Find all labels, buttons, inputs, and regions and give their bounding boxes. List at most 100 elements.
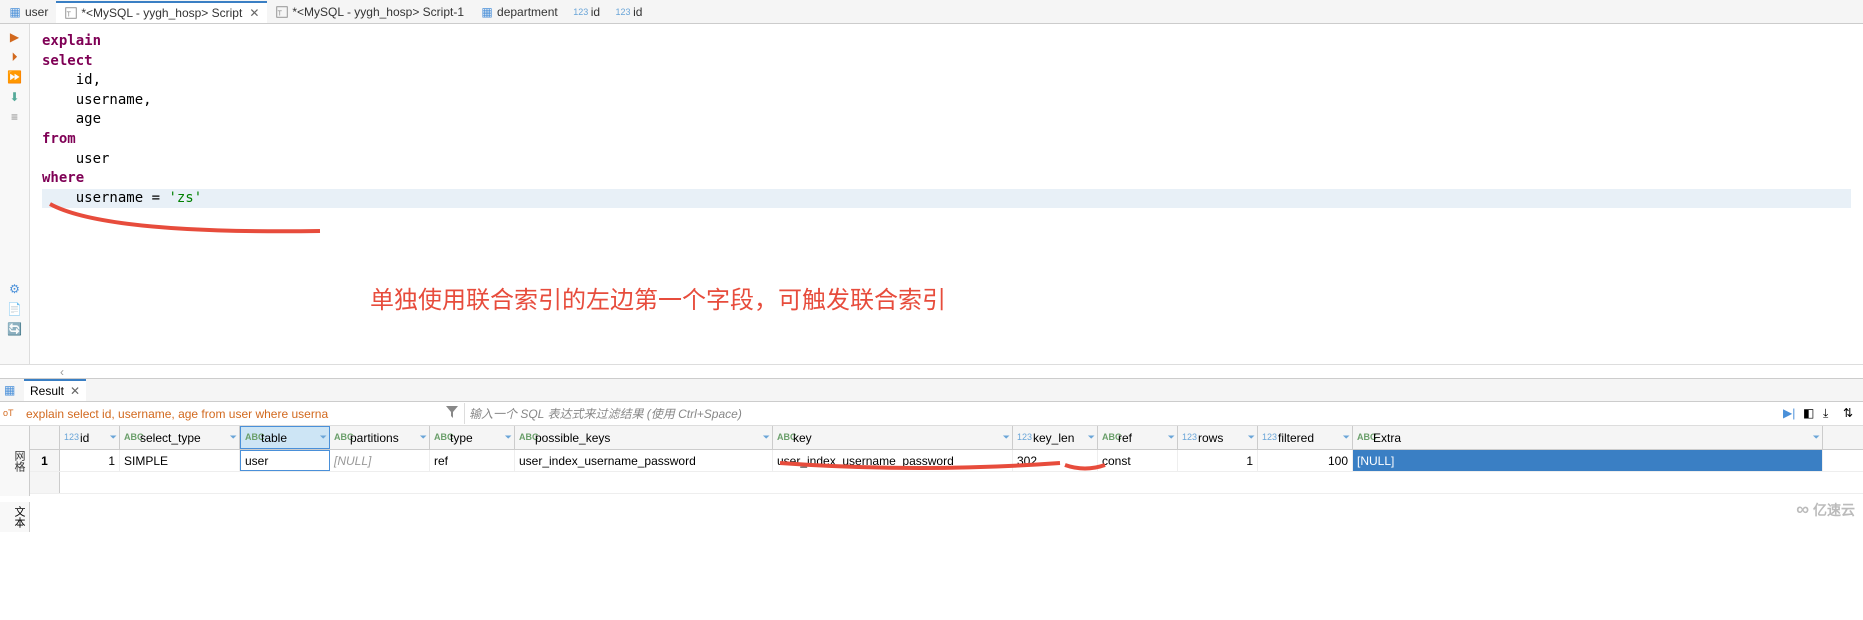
col-extra[interactable]: ABCExtra⏷ (1353, 426, 1823, 449)
cell-type[interactable]: ref (430, 450, 515, 471)
col-possible-keys[interactable]: ABCpossible_keys⏷ (515, 426, 773, 449)
result-tab[interactable]: Result ✕ (24, 379, 86, 401)
tab-id-2[interactable]: 123 id (608, 1, 650, 23)
text-icon: ABC (1102, 432, 1116, 444)
sql-filter-icon[interactable]: oT (2, 404, 20, 423)
tab-script-active[interactable]: T *<MySQL - yygh_hosp> Script ✕ (56, 1, 267, 23)
kw-where: where (42, 170, 84, 186)
tab-user[interactable]: ▦ user (0, 1, 56, 23)
col-filter-icon[interactable]: ⏷ (1003, 432, 1010, 443)
editor-scrollbar[interactable]: ‹ (0, 364, 1863, 378)
table-icon: ▦ (480, 5, 494, 19)
cell-id[interactable]: 1 (60, 450, 120, 471)
cell-table[interactable]: user (240, 450, 330, 471)
export-icon[interactable]: ⬇ (6, 88, 24, 106)
annotation-underline-keylen (1060, 460, 1110, 476)
col-id[interactable]: 123id⏷ (60, 426, 120, 449)
cell-filtered[interactable]: 100 (1258, 450, 1353, 471)
col-rownum[interactable] (30, 426, 60, 449)
col-filter-icon[interactable]: ⏷ (763, 432, 770, 443)
col-select-type[interactable]: ABCselect_type⏷ (120, 426, 240, 449)
export-result-icon[interactable]: ⤓ (1823, 406, 1839, 422)
text-icon: ABC (777, 432, 791, 444)
editor-tabs-bar: ▦ user T *<MySQL - yygh_hosp> Script ✕ T… (0, 0, 1863, 24)
col-username: username, (42, 92, 152, 108)
col-id: id, (42, 72, 101, 88)
page-icon[interactable]: 📄 (6, 300, 24, 318)
editor-main-area: ▶ ⏵ ⏩ ⬇ ≡ ⚙ 📄 🔄 explain select id, usern… (0, 24, 1863, 364)
col-filter-icon[interactable]: ⏷ (230, 432, 237, 443)
text-icon: ABC (434, 432, 448, 444)
col-age: age (42, 111, 101, 127)
annotation-text: 单独使用联合索引的左边第一个字段，可触发联合索引 (370, 284, 946, 318)
number-icon: 123 (616, 5, 630, 19)
col-filter-icon[interactable]: ⏷ (1088, 432, 1095, 443)
execute-icon[interactable]: ⏩ (6, 68, 24, 86)
sql-editor[interactable]: explain select id, username, age from us… (30, 24, 1863, 364)
col-filter-icon[interactable]: ⏷ (110, 432, 117, 443)
prev-page-icon[interactable]: ▶| (1783, 406, 1799, 422)
text-icon: ABC (245, 432, 259, 444)
settings-icon[interactable]: ⚙ (6, 280, 24, 298)
col-rows[interactable]: 123rows⏷ (1178, 426, 1258, 449)
settings-result-icon[interactable]: ⇅ (1843, 406, 1859, 422)
tab-department[interactable]: ▦ department (472, 1, 566, 23)
filter-apply-icon[interactable] (444, 404, 462, 423)
result-toolbar-right: ▶| ◧ ⤓ ⇅ (1783, 406, 1863, 422)
cell-possible-keys[interactable]: user_index_username_password (515, 450, 773, 471)
col-ref[interactable]: ABCref⏷ (1098, 426, 1178, 449)
grid-view-tab[interactable]: 网格 (0, 426, 30, 496)
close-icon[interactable]: ✕ (249, 6, 259, 20)
col-filter-icon[interactable]: ⏷ (320, 432, 327, 443)
col-partitions[interactable]: ABCpartitions⏷ (330, 426, 430, 449)
col-filter-icon[interactable]: ⏷ (1343, 432, 1350, 443)
tab-script-1[interactable]: T *<MySQL - yygh_hosp> Script-1 (267, 1, 472, 23)
cell-rownum[interactable]: 1 (30, 450, 60, 471)
kw-select: select (42, 53, 93, 69)
number-icon: 123 (1182, 432, 1196, 444)
grid-header-row: 123id⏷ ABCselect_type⏷ ABCtable⏷ ABCpart… (30, 426, 1863, 450)
tab-label: id (633, 5, 642, 19)
executed-query-text: explain select id, username, age from us… (22, 405, 442, 423)
cell-empty (30, 472, 60, 493)
number-icon: 123 (1017, 432, 1031, 444)
tab-label: *<MySQL - yygh_hosp> Script-1 (292, 5, 464, 19)
plan-icon[interactable]: ≡ (6, 108, 24, 126)
text-icon: ABC (124, 432, 138, 444)
svg-text:T: T (278, 10, 283, 17)
col-filter-icon[interactable]: ⏷ (420, 432, 427, 443)
cell-extra[interactable]: [NULL] (1353, 450, 1823, 471)
panels-icon[interactable]: ◧ (1803, 406, 1819, 422)
number-icon: 123 (1262, 432, 1276, 444)
col-key-len[interactable]: 123key_len⏷ (1013, 426, 1098, 449)
refresh-icon[interactable]: 🔄 (6, 320, 24, 338)
table-icon: ▦ (8, 5, 22, 19)
svg-text:oT: oT (3, 408, 14, 418)
col-filter-icon[interactable]: ⏷ (1168, 432, 1175, 443)
cell-ref[interactable]: const (1098, 450, 1178, 471)
col-filter-icon[interactable]: ⏷ (505, 432, 512, 443)
scroll-left-icon[interactable]: ‹ (60, 365, 64, 379)
kw-from: from (42, 131, 76, 147)
number-icon: 123 (574, 5, 588, 19)
col-type[interactable]: ABCtype⏷ (430, 426, 515, 449)
annotation-underline (45, 199, 325, 239)
run-script-icon[interactable]: ⏵ (6, 48, 24, 66)
run-icon[interactable]: ▶ (6, 28, 24, 46)
col-table[interactable]: ABCtable⏷ (240, 426, 330, 449)
tab-id-1[interactable]: 123 id (566, 1, 608, 23)
col-filter-icon[interactable]: ⏷ (1248, 432, 1255, 443)
tab-label: department (497, 5, 558, 19)
sql-icon: T (275, 5, 289, 19)
col-key[interactable]: ABCkey⏷ (773, 426, 1013, 449)
editor-left-toolbar: ▶ ⏵ ⏩ ⬇ ≡ ⚙ 📄 🔄 (0, 24, 30, 364)
col-filter-icon[interactable]: ⏷ (1813, 432, 1820, 443)
close-icon[interactable]: ✕ (70, 384, 80, 398)
cell-rows[interactable]: 1 (1178, 450, 1258, 471)
cell-partitions[interactable]: [NULL] (330, 450, 430, 471)
text-view-tab[interactable]: 文本 (0, 502, 30, 532)
cell-select-type[interactable]: SIMPLE (120, 450, 240, 471)
filter-expression-input[interactable]: 输入一个 SQL 表达式来过滤结果 (使用 Ctrl+Space) (464, 403, 1783, 424)
annotation-underline-key (775, 458, 1065, 476)
col-filtered[interactable]: 123filtered⏷ (1258, 426, 1353, 449)
